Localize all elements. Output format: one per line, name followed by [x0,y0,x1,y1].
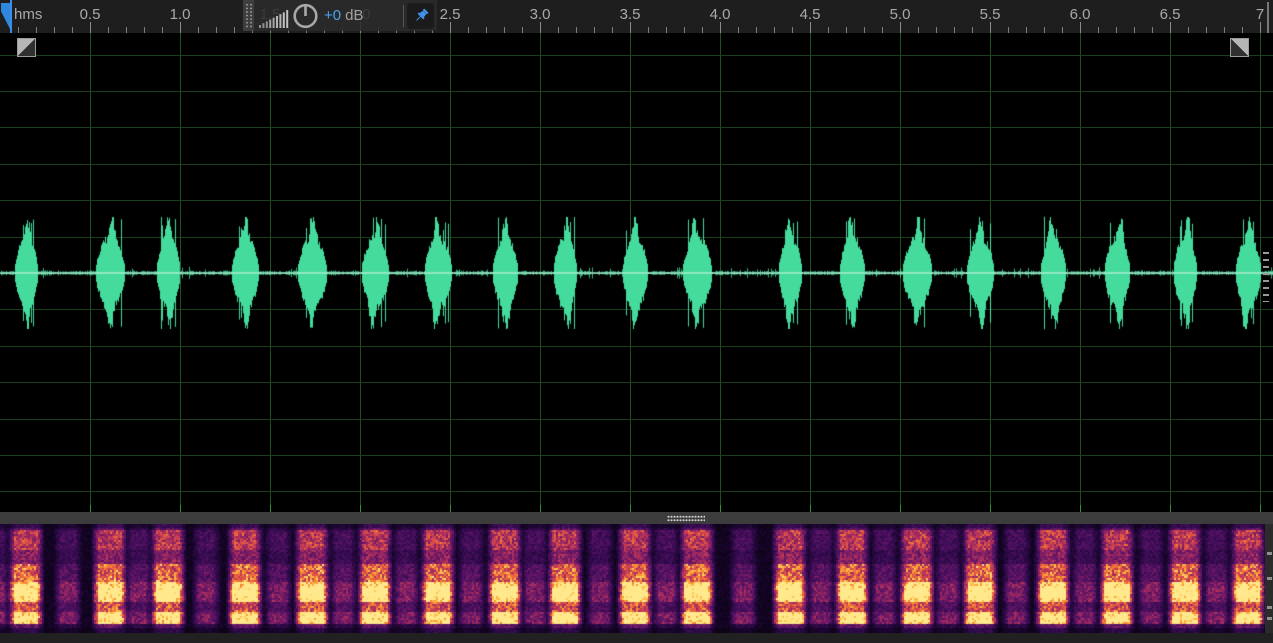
spectrogram-canvas[interactable] [0,524,1265,633]
ruler-tick [1260,22,1261,33]
ruler-time-label: 4.5 [800,6,821,23]
grip-dots-icon [245,3,253,29]
gain-readout: +0dB [324,7,363,24]
clip-gain-hud: +0dB [243,0,437,31]
ruler-tick [450,22,451,33]
ruler-tick [180,22,181,33]
level-bars-icon [259,9,291,28]
hud-separator [403,5,404,27]
bottom-bar [0,633,1273,643]
divider-grip-icon[interactable] [667,515,705,522]
pin-hud-button[interactable] [407,3,434,29]
ruler-unit-label: hms [14,6,42,23]
ruler-time-label: 7 [1256,6,1264,23]
scroll-dash [1267,617,1272,620]
ruler-time-label: 4.0 [710,6,731,23]
ruler-tick [1170,22,1171,33]
panel-divider[interactable] [0,512,1273,524]
ruler-tick [630,22,631,33]
pushpin-icon [412,7,430,25]
ruler-time-label: 1.0 [170,6,191,23]
view-right-edge [1267,2,1269,33]
spectrogram-scroll-strip[interactable] [1265,524,1273,633]
timeline-ruler[interactable]: hms 0.51.01.52.02.53.03.54.04.55.05.56.0… [0,0,1273,33]
ruler-tick [540,22,541,33]
ruler-time-label: 0.5 [80,6,101,23]
ruler-tick [720,22,721,33]
rotary-knob-icon[interactable] [292,2,319,29]
vertical-zoom-grip[interactable] [1263,252,1269,302]
waveform-canvas[interactable] [0,33,1273,512]
gain-unit: dB [345,7,363,24]
ruler-time-label: 2.5 [440,6,461,23]
scroll-dash [1267,552,1272,555]
ruler-time-label: 6.0 [1070,6,1091,23]
waveform-editor[interactable] [0,33,1273,512]
playhead[interactable] [10,0,12,33]
audio-editor-window: hms 0.51.01.52.02.53.03.54.04.55.05.56.0… [0,0,1273,643]
ruler-time-label: 3.0 [530,6,551,23]
hud-drag-handle[interactable] [243,0,254,31]
fade-in-handle[interactable] [17,38,36,57]
playhead-head-icon[interactable] [1,3,10,29]
ruler-tick [810,22,811,33]
ruler-time-label: 5.0 [890,6,911,23]
gain-value: +0 [324,7,341,24]
ruler-tick [1080,22,1081,33]
ruler-tick [990,22,991,33]
fade-out-handle[interactable] [1230,38,1249,57]
ruler-time-label: 5.5 [980,6,1001,23]
scroll-dash [1267,577,1272,580]
ruler-tick [90,22,91,33]
scroll-dash [1267,606,1272,609]
ruler-time-label: 3.5 [620,6,641,23]
ruler-time-label: 6.5 [1160,6,1181,23]
ruler-tick [900,22,901,33]
spectrogram-view[interactable] [0,524,1273,633]
